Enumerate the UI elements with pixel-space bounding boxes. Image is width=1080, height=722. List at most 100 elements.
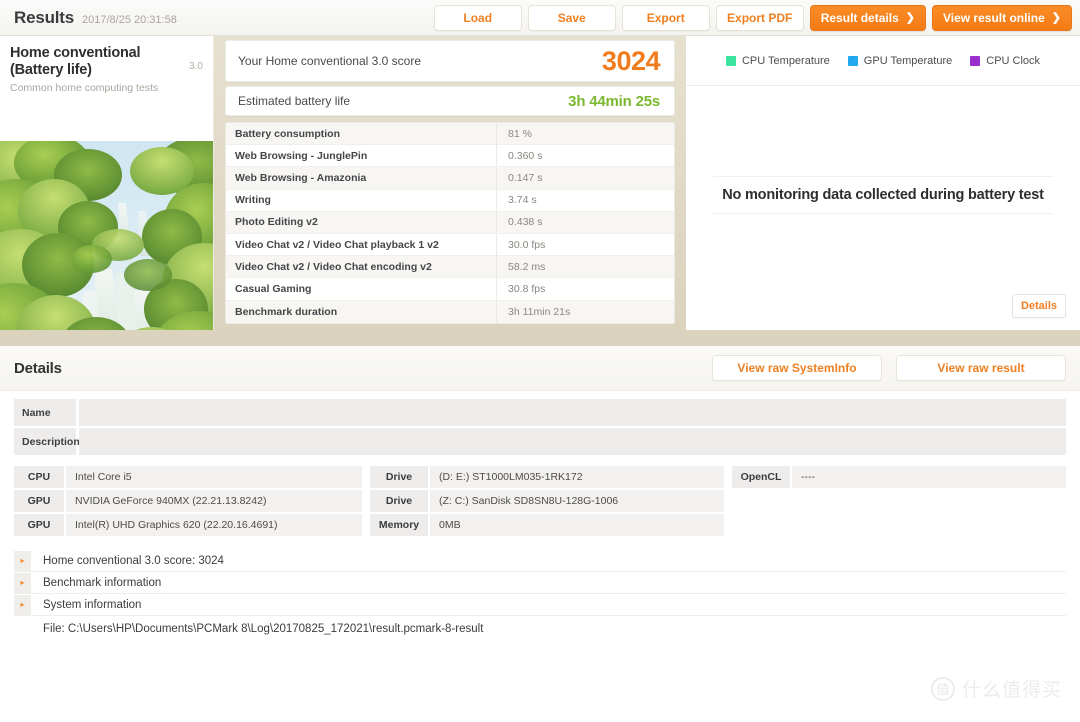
metric-value: 3.74 s — [496, 189, 674, 211]
details-panel: Details View raw SystemInfo View raw res… — [0, 345, 1080, 722]
hw-value-opencl: ---- — [792, 466, 1066, 488]
hw-key-drive: Drive — [370, 490, 428, 512]
score-row: Your Home conventional 3.0 score 3024 — [225, 40, 675, 82]
monitoring-panel: CPU Temperature GPU Temperature CPU Cloc… — [686, 36, 1080, 330]
hw-value-gpu-intel: Intel(R) UHD Graphics 620 (22.20.16.4691… — [66, 514, 362, 536]
watermark-badge-icon: 值 — [930, 676, 955, 701]
test-name: Home conventional (Battery life) — [10, 45, 141, 79]
table-row: GPU Intel(R) UHD Graphics 620 (22.20.16.… — [14, 514, 362, 536]
result-details-button[interactable]: Result details ❯ — [809, 4, 926, 31]
metric-name: Writing — [235, 194, 271, 207]
chevron-right-icon: ❯ — [905, 12, 915, 24]
metric-name: Video Chat v2 / Video Chat encoding v2 — [235, 260, 432, 273]
test-thumbnail-image — [0, 141, 213, 330]
table-row: Video Chat v2 / Video Chat playback 1 v2… — [226, 233, 674, 257]
legend-label: CPU Clock — [986, 54, 1041, 67]
load-button[interactable]: Load — [433, 4, 522, 31]
result-timestamp: 2017/8/25 20:31:58 — [82, 13, 177, 26]
chevron-right-icon: ▸ — [14, 594, 31, 615]
table-row: Memory 0MB — [370, 514, 724, 536]
expander-score-label: Home conventional 3.0 score: 3024 — [43, 554, 224, 567]
details-header-actions: View raw SystemInfo View raw result — [712, 355, 1066, 381]
table-row: Photo Editing v2 0.438 s — [226, 211, 674, 234]
score-panel: Your Home conventional 3.0 score 3024 Es… — [225, 40, 675, 330]
monitoring-legend: CPU Temperature GPU Temperature CPU Cloc… — [686, 36, 1080, 86]
no-monitoring-data-container: No monitoring data collected during batt… — [686, 176, 1080, 214]
legend-item-gpu-temperature: GPU Temperature — [847, 55, 952, 67]
test-card-titles: Home conventional (Battery life) Common … — [10, 45, 183, 94]
metric-value: 0.147 s — [496, 167, 674, 189]
result-details-button-label: Result details — [820, 10, 899, 25]
export-button[interactable]: Export — [621, 4, 710, 31]
table-row: Battery consumption 81 % — [226, 123, 674, 146]
metric-name: Photo Editing v2 — [235, 216, 318, 229]
hw-value-memory: 0MB — [430, 514, 724, 536]
expandable-sections: ▸ Home conventional 3.0 score: 3024 ▸ Be… — [14, 550, 1066, 635]
metric-value: 58.2 ms — [496, 256, 674, 278]
metric-name: Benchmark duration — [235, 305, 338, 318]
hw-value-drive-2: (Z: C:) SanDisk SD8SN8U-128G-1006 — [430, 490, 724, 512]
upper-results-area: Home conventional (Battery life) Common … — [0, 36, 1080, 330]
test-subtitle: Common home computing tests — [10, 82, 159, 95]
hw-value-cpu: Intel Core i5 — [66, 466, 362, 488]
test-card[interactable]: Home conventional (Battery life) Common … — [0, 36, 214, 330]
monitoring-details-button-label: Details — [1020, 300, 1058, 312]
result-meta-table: Name Description — [14, 399, 1066, 455]
expander-benchmark-information-label: Benchmark information — [43, 576, 162, 589]
view-raw-result-button[interactable]: View raw result — [896, 355, 1066, 381]
metric-name: Video Chat v2 / Video Chat playback 1 v2 — [235, 238, 439, 251]
watermark-text: 什么值得买 — [961, 679, 1062, 701]
test-version: 3.0 — [189, 61, 203, 72]
expander-system-information[interactable]: ▸ System information — [14, 594, 1066, 616]
metrics-table: Battery consumption 81 % Web Browsing - … — [225, 122, 675, 324]
toolbar-actions: Load Save Export Export PDF Result detai… — [433, 4, 1080, 31]
table-row: Casual Gaming 30.8 fps — [226, 278, 674, 301]
load-button-label: Load — [463, 10, 493, 25]
save-button[interactable]: Save — [527, 4, 616, 31]
export-button-label: Export — [646, 10, 685, 25]
metric-value: 0.360 s — [496, 145, 674, 167]
table-row: Drive (Z: C:) SanDisk SD8SN8U-128G-1006 — [370, 490, 724, 512]
table-row: Web Browsing - JunglePin 0.360 s — [226, 145, 674, 168]
hw-value-gpu-nvidia: NVIDIA GeForce 940MX (22.21.13.8242) — [66, 490, 362, 512]
table-row: CPU Intel Core i5 — [14, 466, 362, 488]
hw-key-opencl: OpenCL — [732, 466, 790, 488]
legend-item-cpu-temperature: CPU Temperature — [725, 54, 830, 67]
legend-label: CPU Temperature — [741, 54, 830, 67]
table-row: Writing 3.74 s — [226, 189, 674, 212]
metric-value: 30.0 fps — [496, 233, 674, 256]
expander-benchmark-information[interactable]: ▸ Benchmark information — [14, 572, 1066, 594]
metric-value: 0.438 s — [496, 211, 674, 233]
expander-score[interactable]: ▸ Home conventional 3.0 score: 3024 — [14, 550, 1066, 572]
view-raw-result-label: View raw result — [937, 361, 1025, 375]
details-header: Details View raw SystemInfo View raw res… — [0, 346, 1080, 391]
hw-key-memory: Memory — [370, 514, 428, 536]
hardware-column-3: OpenCL ---- — [732, 466, 1066, 536]
name-field[interactable] — [79, 399, 1066, 426]
metric-name: Web Browsing - Amazonia — [235, 171, 367, 184]
battery-life-row: Estimated battery life 3h 44min 25s — [225, 86, 675, 116]
chevron-right-icon: ❯ — [1051, 12, 1061, 24]
battery-life-value: 3h 44min 25s — [568, 92, 660, 110]
legend-swatch-icon — [725, 55, 736, 66]
hw-key-gpu: GPU — [14, 514, 64, 536]
expander-system-information-label: System information — [43, 598, 142, 611]
table-row: Drive (D: E:) ST1000LM035-1RK172 — [370, 466, 724, 488]
monitoring-details-button[interactable]: Details — [1012, 294, 1066, 318]
table-row: GPU NVIDIA GeForce 940MX (22.21.13.8242) — [14, 490, 362, 512]
chevron-right-icon: ▸ — [14, 550, 31, 571]
legend-swatch-icon — [847, 55, 858, 66]
table-row: Video Chat v2 / Video Chat encoding v2 5… — [226, 256, 674, 279]
meta-key-description: Description — [14, 428, 80, 455]
test-card-header: Home conventional (Battery life) Common … — [0, 36, 213, 100]
legend-swatch-icon — [970, 55, 981, 66]
hw-key-gpu: GPU — [14, 490, 64, 512]
watermark: 值 什么值得买 — [930, 675, 1062, 702]
metric-value: 30.8 fps — [496, 278, 674, 300]
view-result-online-button[interactable]: View result online ❯ — [931, 4, 1072, 31]
view-raw-systeminfo-button[interactable]: View raw SystemInfo — [712, 355, 882, 381]
export-pdf-button[interactable]: Export PDF — [715, 4, 804, 31]
hw-value-drive-1: (D: E:) ST1000LM035-1RK172 — [430, 466, 724, 488]
score-value: 3024 — [601, 45, 661, 76]
description-field[interactable] — [79, 428, 1066, 455]
